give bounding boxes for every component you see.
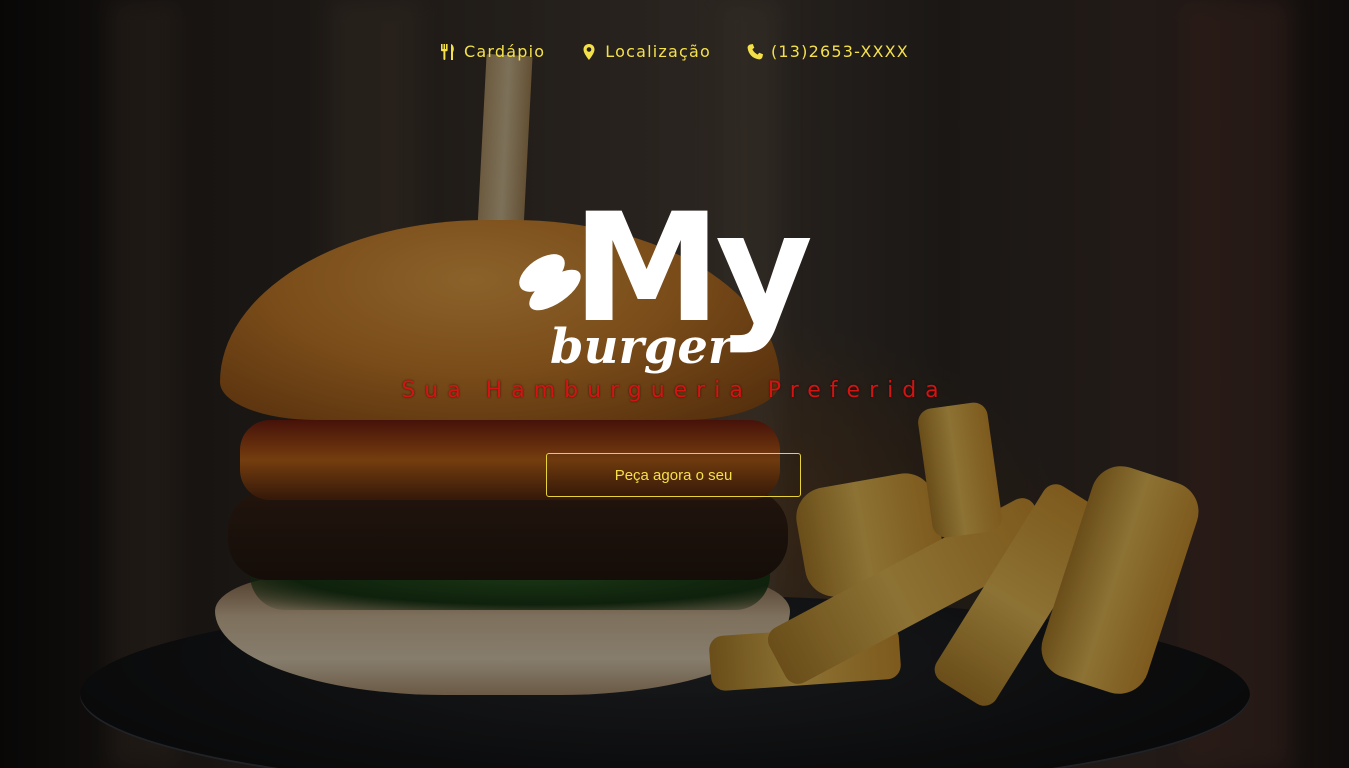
order-now-button[interactable]: Peça agora o seu (546, 453, 801, 497)
utensils-icon (441, 43, 454, 60)
hero-section: Cardápio Localização (13)2653-XXXX My bu… (0, 0, 1349, 768)
nav-item-label: Cardápio (464, 42, 546, 61)
nav-item-phone[interactable]: (13)2653-XXXX (747, 42, 909, 61)
logo-burger-text: burger (550, 319, 737, 375)
tagline: Sua Hamburgueria Preferida (401, 378, 948, 403)
map-marker-icon (583, 43, 595, 60)
myburger-logo: My burger (519, 195, 817, 375)
nav-item-location[interactable]: Localização (581, 42, 711, 61)
nav-item-label: Localização (605, 42, 711, 61)
phone-icon (747, 43, 763, 59)
nav-item-menu[interactable]: Cardápio (440, 42, 545, 61)
nav-item-label: (13)2653-XXXX (770, 42, 909, 61)
top-nav: Cardápio Localização (13)2653-XXXX (0, 42, 1349, 61)
